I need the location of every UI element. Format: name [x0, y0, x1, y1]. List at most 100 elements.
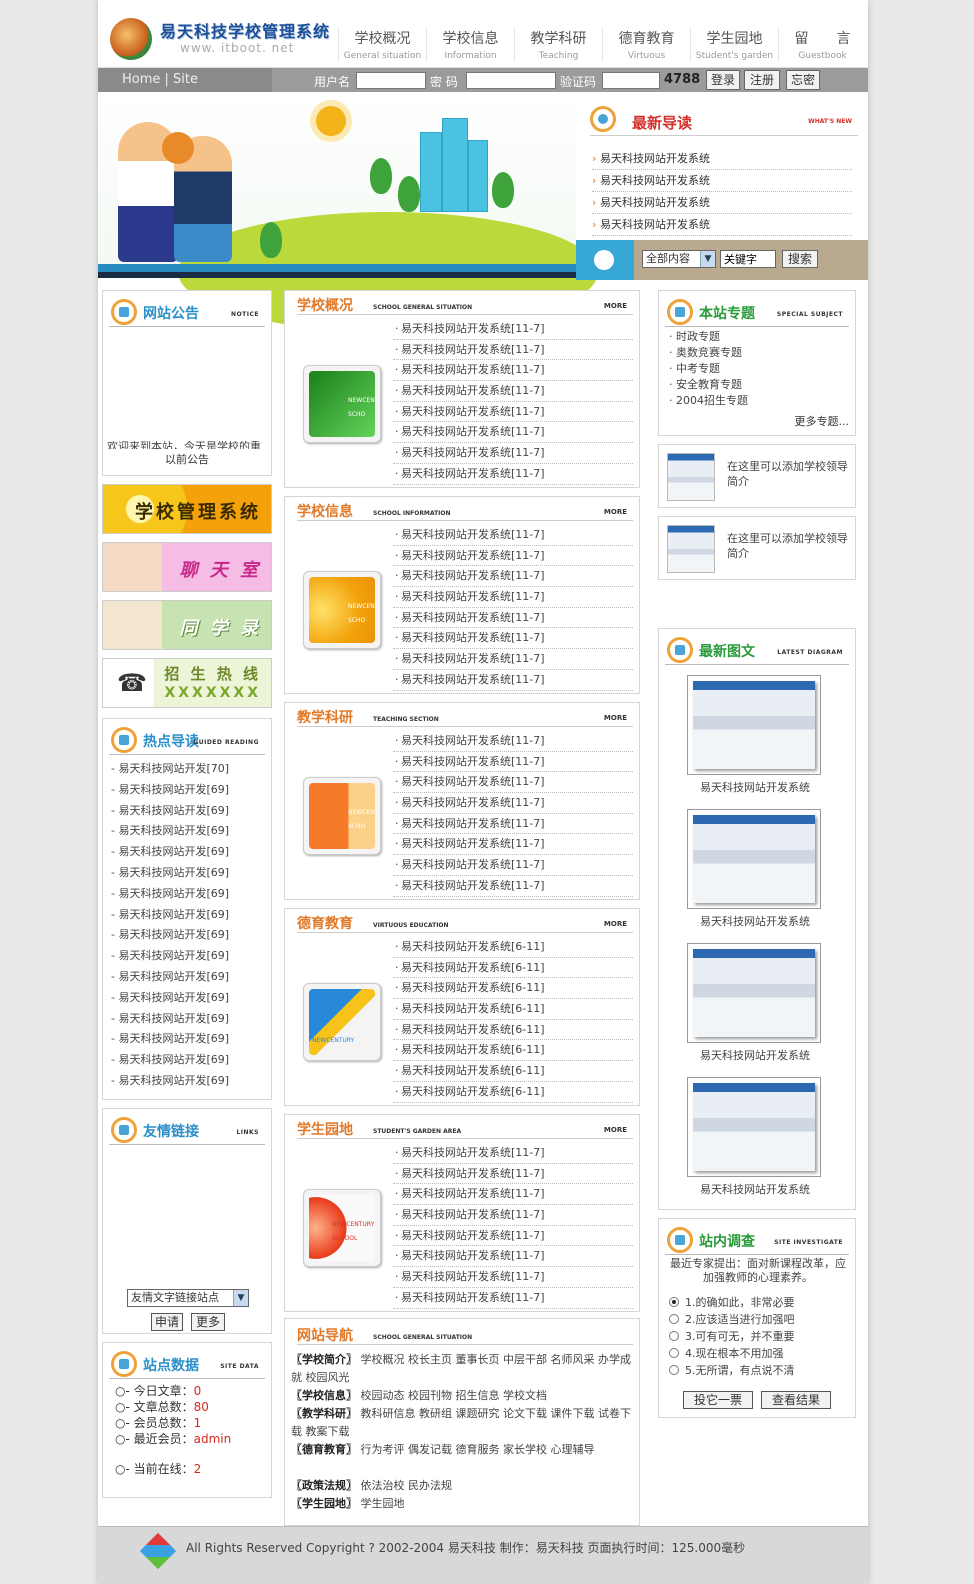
- more-link[interactable]: MORE: [604, 920, 627, 928]
- list-item[interactable]: 易天科技网站开发系统[11-7]: [393, 340, 633, 361]
- list-item[interactable]: 易天科技网站开发系统[11-7]: [393, 855, 633, 876]
- gallery-image[interactable]: [687, 943, 821, 1043]
- radio-icon[interactable]: [669, 1330, 679, 1341]
- nav-teaching[interactable]: 教学科研 Teaching: [514, 28, 602, 61]
- login-button[interactable]: 登录: [706, 70, 740, 90]
- list-item[interactable]: 易天科技网站开发系统: [592, 192, 852, 214]
- survey-option[interactable]: 4.现在根本不用加强: [669, 1344, 795, 1361]
- list-item[interactable]: · 奥数竞赛专题: [669, 345, 748, 361]
- list-item[interactable]: 易天科技网站开发系统[11-7]: [393, 649, 633, 670]
- list-item[interactable]: 易天科技网站开发系统[11-7]: [393, 670, 633, 691]
- radio-icon[interactable]: [669, 1313, 679, 1324]
- list-item[interactable]: - 易天科技网站开发[69]: [111, 780, 271, 801]
- latest-member[interactable]: admin: [194, 1432, 232, 1446]
- list-item[interactable]: - 易天科技网站开发[69]: [111, 905, 271, 926]
- alumni-banner[interactable]: 同 学 录: [102, 600, 272, 650]
- enrollment-hotline-banner[interactable]: 招 生 热 线 XXXXXXX ☎: [102, 658, 272, 708]
- list-item[interactable]: - 易天科技网站开发[69]: [111, 821, 271, 842]
- nav-row-links[interactable]: 校园动态 校园刊物 招生信息 学校文档: [361, 1389, 548, 1402]
- radio-icon[interactable]: [669, 1364, 679, 1375]
- list-item[interactable]: 易天科技网站开发系统[6-11]: [393, 937, 633, 958]
- nav-row-links[interactable]: 依法治校 民办法规: [361, 1479, 453, 1492]
- gallery-caption[interactable]: 易天科技网站开发系统: [659, 779, 851, 795]
- list-item[interactable]: 易天科技网站开发系统[11-7]: [393, 1143, 633, 1164]
- list-item[interactable]: 易天科技网站开发系统[11-7]: [393, 1226, 633, 1247]
- search-scope-select[interactable]: 全部内容 ▼: [642, 250, 716, 268]
- list-item[interactable]: 易天科技网站开发系统[6-11]: [393, 1020, 633, 1041]
- nav-students-garden[interactable]: 学生园地 Student's garden: [690, 28, 778, 61]
- list-item[interactable]: - 易天科技网站开发[69]: [111, 988, 271, 1009]
- more-link[interactable]: MORE: [604, 1126, 627, 1134]
- register-button[interactable]: 注册: [744, 70, 780, 90]
- list-item[interactable]: · 2004招生专题: [669, 393, 748, 409]
- list-item[interactable]: 易天科技网站开发系统[11-7]: [393, 464, 633, 485]
- survey-option[interactable]: 3.可有可无，并不重要: [669, 1327, 795, 1344]
- list-item[interactable]: 易天科技网站开发系统[6-11]: [393, 1040, 633, 1062]
- past-notices-link[interactable]: 以前公告: [103, 451, 271, 467]
- list-item[interactable]: 易天科技网站开发系统[11-7]: [393, 546, 633, 567]
- gallery-caption[interactable]: 易天科技网站开发系统: [659, 913, 851, 929]
- gallery-caption[interactable]: 易天科技网站开发系统: [659, 1181, 851, 1197]
- gallery-caption[interactable]: 易天科技网站开发系统: [659, 1047, 851, 1063]
- more-link[interactable]: MORE: [604, 714, 627, 722]
- list-item[interactable]: 易天科技网站开发系统[11-7]: [393, 1205, 633, 1226]
- chatroom-banner[interactable]: 聊 天 室: [102, 542, 272, 592]
- list-item[interactable]: - 易天科技网站开发[69]: [111, 801, 271, 822]
- list-item[interactable]: 易天科技网站开发系统[6-11]: [393, 1082, 633, 1103]
- friend-links-select[interactable]: 友情文字链接站点 ▼: [127, 1289, 249, 1307]
- nav-row-links[interactable]: 学生园地: [361, 1497, 405, 1510]
- list-item[interactable]: 易天科技网站开发系统[11-7]: [393, 876, 633, 897]
- apply-link-button[interactable]: 申请: [151, 1313, 183, 1331]
- home-site-link[interactable]: Home | Site: [98, 68, 272, 92]
- list-item[interactable]: - 易天科技网站开发[69]: [111, 967, 271, 988]
- survey-option[interactable]: 2.应该适当进行加强吧: [669, 1310, 795, 1327]
- list-item[interactable]: 易天科技网站开发系统[11-7]: [393, 772, 633, 794]
- list-item[interactable]: 易天科技网站开发系统[11-7]: [393, 525, 633, 546]
- school-system-banner[interactable]: 学校管理系统: [102, 484, 272, 534]
- vote-button[interactable]: 投它一票: [683, 1391, 753, 1409]
- list-item[interactable]: 易天科技网站开发系统[11-7]: [393, 731, 633, 752]
- more-topics-link[interactable]: 更多专题...: [795, 413, 850, 429]
- list-item[interactable]: 易天科技网站开发系统[6-11]: [393, 978, 633, 1000]
- captcha-input[interactable]: [602, 72, 660, 89]
- list-item[interactable]: 易天科技网站开发系统[11-7]: [393, 443, 633, 464]
- gallery-image[interactable]: [687, 809, 821, 909]
- more-links-button[interactable]: 更多: [191, 1313, 225, 1331]
- list-item[interactable]: 易天科技网站开发系统[11-7]: [393, 360, 633, 382]
- list-item[interactable]: 易天科技网站开发系统[11-7]: [393, 814, 633, 835]
- forgot-password-button[interactable]: 忘密: [786, 70, 820, 90]
- list-item[interactable]: - 易天科技网站开发[70]: [111, 759, 271, 780]
- list-item[interactable]: · 安全教育专题: [669, 377, 748, 393]
- survey-option[interactable]: 1.的确如此，非常必要: [669, 1293, 795, 1310]
- username-input[interactable]: [356, 72, 426, 89]
- list-item[interactable]: 易天科技网站开发系统[11-7]: [393, 587, 633, 608]
- survey-option[interactable]: 5.无所谓，有点说不清: [669, 1361, 795, 1378]
- list-item[interactable]: 易天科技网站开发系统[6-11]: [393, 999, 633, 1020]
- radio-selected-icon[interactable]: [669, 1296, 679, 1307]
- list-item[interactable]: 易天科技网站开发系统[11-7]: [393, 608, 633, 629]
- list-item[interactable]: 易天科技网站开发系统[11-7]: [393, 834, 633, 856]
- list-item[interactable]: 易天科技网站开发系统[6-11]: [393, 1061, 633, 1082]
- list-item[interactable]: 易天科技网站开发系统[11-7]: [393, 319, 633, 340]
- search-input[interactable]: [720, 250, 776, 268]
- list-item[interactable]: - 易天科技网站开发[69]: [111, 1029, 271, 1050]
- more-link[interactable]: MORE: [604, 508, 627, 516]
- list-item[interactable]: 易天科技网站开发系统: [592, 170, 852, 192]
- gallery-image[interactable]: [687, 675, 821, 775]
- promo-box[interactable]: 在这里可以添加学校领导简介: [658, 444, 856, 508]
- list-item[interactable]: - 易天科技网站开发[69]: [111, 863, 271, 884]
- list-item[interactable]: 易天科技网站开发系统[11-7]: [393, 1246, 633, 1268]
- view-results-button[interactable]: 查看结果: [761, 1391, 831, 1409]
- list-item[interactable]: · 时政专题: [669, 329, 748, 345]
- list-item[interactable]: 易天科技网站开发系统: [592, 148, 852, 170]
- password-input[interactable]: [466, 72, 556, 89]
- nav-row-links[interactable]: 行为考评 偶发记载 德育服务 家长学校 心理辅导: [361, 1443, 595, 1456]
- list-item[interactable]: 易天科技网站开发系统[11-7]: [393, 1184, 633, 1206]
- list-item[interactable]: 易天科技网站开发系统[11-7]: [393, 381, 633, 402]
- list-item[interactable]: 易天科技网站开发系统[6-11]: [393, 958, 633, 979]
- nav-virtuous[interactable]: 德育教育 Virtuous: [602, 28, 690, 61]
- more-link[interactable]: MORE: [604, 302, 627, 310]
- list-item[interactable]: - 易天科技网站开发[69]: [111, 884, 271, 905]
- list-item[interactable]: 易天科技网站开发系统[11-7]: [393, 752, 633, 773]
- list-item[interactable]: 易天科技网站开发系统[11-7]: [393, 793, 633, 814]
